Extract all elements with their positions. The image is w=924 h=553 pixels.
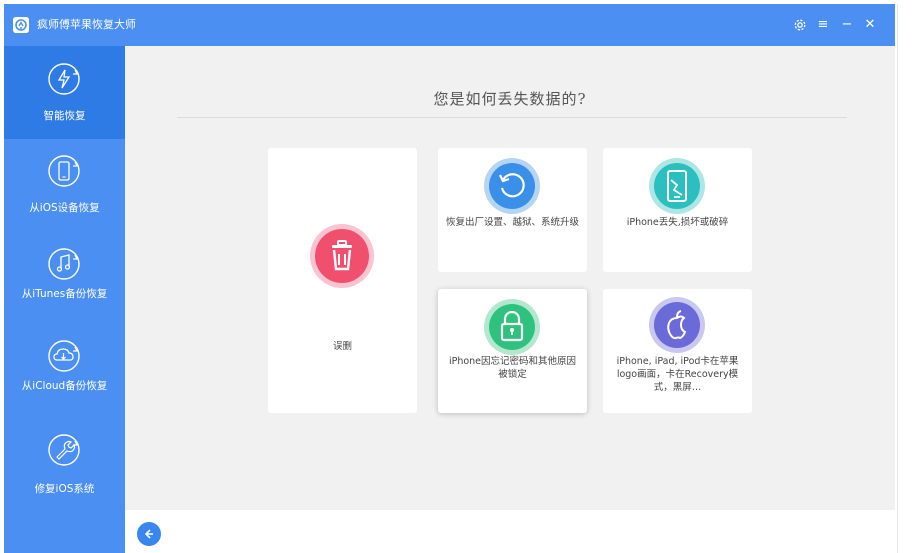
bottom-bar bbox=[125, 510, 895, 553]
lock-icon bbox=[484, 299, 540, 355]
card-system-issue[interactable]: iPhone, iPad, iPod卡在苹果logo画面，卡在Recovery模… bbox=[603, 289, 752, 413]
sidebar-item-smart-recovery[interactable]: 智能恢复 bbox=[4, 46, 125, 139]
app-window: 疯师傅苹果恢复大师 ≡ − ✕ 智能恢复 从iOS设备恢复 从iTunes备份恢… bbox=[4, 4, 895, 553]
sidebar-item-icloud-backup[interactable]: 从iCloud备份恢复 bbox=[4, 325, 125, 418]
gear-icon bbox=[794, 19, 806, 31]
card-label: iPhone丢失,损坏或破碎 bbox=[626, 217, 729, 228]
page-title: 您是如何丢失数据的? bbox=[433, 90, 587, 108]
arrow-left-icon bbox=[144, 529, 153, 539]
phone-icon bbox=[48, 155, 80, 187]
app-logo-icon bbox=[13, 17, 29, 33]
trash-icon bbox=[310, 224, 374, 288]
sidebar-item-repair-ios[interactable]: 修复iOS系统 bbox=[4, 418, 125, 511]
sidebar-item-label: 智能恢复 bbox=[43, 110, 86, 122]
close-button[interactable]: ✕ bbox=[860, 15, 880, 35]
settings-button[interactable] bbox=[790, 15, 810, 35]
card-accidental-deletion[interactable]: 误删 bbox=[268, 148, 417, 413]
window-edge bbox=[897, 4, 898, 553]
sidebar-item-label: 从iOS设备恢复 bbox=[29, 202, 100, 214]
card-factory-reset[interactable]: 恢复出厂设置、越狱、系统升级 bbox=[438, 148, 587, 272]
wrench-icon bbox=[48, 434, 80, 466]
card-label: 恢复出厂设置、越狱、系统升级 bbox=[446, 217, 580, 228]
smart-recovery-icon bbox=[48, 63, 80, 95]
card-label: iPhone, iPad, iPod卡在苹果logo画面，卡在Recovery模… bbox=[616, 356, 739, 393]
sidebar: 智能恢复 从iOS设备恢复 从iTunes备份恢复 从iCloud备份恢复 修复… bbox=[4, 46, 125, 553]
card-locked[interactable]: iPhone因忘记密码和其他原因被锁定 bbox=[438, 289, 587, 413]
card-lost-broken[interactable]: iPhone丢失,损坏或破碎 bbox=[603, 148, 752, 272]
title-bar: 疯师傅苹果恢复大师 ≡ − ✕ bbox=[4, 4, 895, 46]
app-title: 疯师傅苹果恢复大师 bbox=[37, 18, 136, 31]
sidebar-item-ios-device[interactable]: 从iOS设备恢复 bbox=[4, 139, 125, 232]
sidebar-item-label: 修复iOS系统 bbox=[34, 483, 95, 495]
main-panel: 您是如何丢失数据的? 误删 恢复出厂设置、越狱、系统升级 iPhone丢失,损坏… bbox=[125, 46, 895, 510]
back-button[interactable] bbox=[137, 522, 161, 546]
sidebar-item-label: 从iCloud备份恢复 bbox=[21, 380, 108, 392]
menu-button[interactable]: ≡ bbox=[813, 15, 833, 35]
broken-phone-icon bbox=[649, 158, 705, 214]
sidebar-item-itunes-backup[interactable]: 从iTunes备份恢复 bbox=[4, 232, 125, 325]
card-label: 误删 bbox=[332, 341, 352, 352]
music-note-icon bbox=[48, 248, 80, 280]
minimize-button[interactable]: − bbox=[837, 15, 857, 35]
sidebar-item-label: 从iTunes备份恢复 bbox=[21, 288, 108, 300]
cloud-download-icon bbox=[48, 340, 80, 372]
restore-icon bbox=[484, 158, 540, 214]
card-label: iPhone因忘记密码和其他原因被锁定 bbox=[448, 356, 577, 380]
title-divider bbox=[177, 117, 847, 118]
apple-icon bbox=[649, 297, 705, 353]
